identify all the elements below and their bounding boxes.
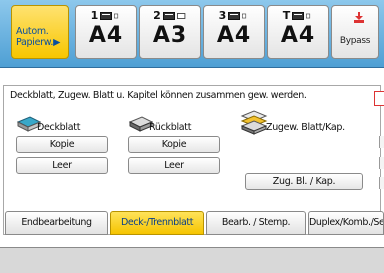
auto-paper-select-button[interactable]: Autom. Papierw.▶: [11, 5, 69, 59]
tray-t-button[interactable]: T A4: [267, 5, 329, 59]
tray-2-button[interactable]: 2 A3: [139, 5, 201, 59]
paper-orientation-icon: [306, 13, 311, 19]
auto-paper-select-label: Autom. Papierw.▶: [16, 26, 61, 48]
tab-edit-stamp[interactable]: Bearb. / Stemp.: [206, 211, 306, 235]
designate-chapter-icon: [240, 110, 268, 135]
front-cover-copy-button[interactable]: Kopie: [16, 136, 108, 153]
paper-orientation-icon: [176, 13, 186, 19]
paper-stack-icon: [292, 12, 305, 20]
back-cover-copy-button[interactable]: Kopie: [128, 136, 220, 153]
front-cover-label: Deckblatt: [37, 122, 81, 133]
tab-cover-slip-sheet[interactable]: Deck-/Trennblatt: [110, 211, 204, 235]
designate-chapter-label: Zugew. Blatt/Kap.: [266, 122, 345, 133]
paper-stack-icon: [100, 12, 113, 20]
back-cover-label: Rückblatt: [149, 122, 192, 133]
info-message: Deckblatt, Zugew. Blatt u. Kapitel könne…: [10, 90, 307, 101]
bypass-tray-icon: [354, 12, 364, 23]
front-cover-blank-button[interactable]: Leer: [16, 157, 108, 174]
tab-finishing[interactable]: Endbearbeitung: [5, 211, 108, 235]
paper-stack-icon: [162, 12, 175, 20]
bypass-tray-label: Bypass: [339, 36, 371, 46]
offscreen-control-fragment: [379, 157, 384, 169]
offscreen-control-fragment: [379, 136, 384, 148]
paper-orientation-icon: [242, 13, 247, 19]
tray-t-number: T: [282, 9, 291, 22]
designate-chapter-button[interactable]: Zug. Bl. / Kap.: [245, 173, 363, 190]
tray-3-number: 3: [218, 9, 227, 22]
tray-3-button[interactable]: 3 A4: [203, 5, 265, 59]
paper-stack-icon: [228, 12, 241, 20]
tray-t-size: A4: [280, 23, 316, 48]
tab-bar: [0, 247, 384, 273]
tray-1-button[interactable]: 1 A4: [75, 5, 137, 59]
tray-2-size: A3: [152, 23, 188, 48]
tab-duplex-combine-series[interactable]: Duplex/Komb./Seri: [308, 211, 384, 235]
back-cover-blank-button[interactable]: Leer: [128, 157, 220, 174]
bypass-tray-button[interactable]: Bypass: [331, 5, 379, 59]
offscreen-control-fragment: [379, 177, 384, 189]
tray-1-size: A4: [88, 23, 124, 48]
tray-1-number: 1: [90, 9, 99, 22]
tray-3-size: A4: [216, 23, 252, 48]
tray-2-number: 2: [153, 9, 161, 22]
side-indicator: [374, 91, 384, 106]
paper-orientation-icon: [114, 13, 119, 19]
